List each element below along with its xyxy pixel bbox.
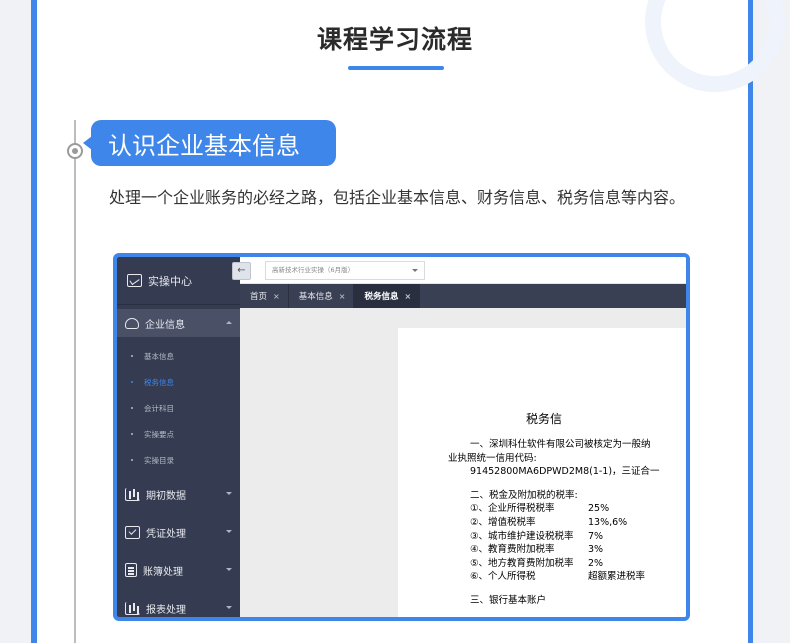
right-frame-bar bbox=[748, 0, 790, 643]
title-underline bbox=[348, 66, 444, 70]
rate-value: 3% bbox=[588, 544, 604, 556]
rate-label: ⑥、个人所得税 bbox=[470, 571, 536, 583]
close-icon[interactable]: × bbox=[404, 292, 411, 301]
line-chart-icon bbox=[125, 601, 140, 615]
doc-line: 91452800MA6DPWD2M8(1-1)，三证合一 bbox=[470, 466, 660, 478]
tab-basic-info[interactable]: 基本信息 × bbox=[289, 284, 355, 308]
left-frame-bar bbox=[0, 0, 37, 643]
chevron-down-icon bbox=[226, 568, 232, 571]
document-title: 税务信 bbox=[526, 412, 563, 426]
chevron-up-icon bbox=[226, 321, 232, 324]
chevron-down-icon bbox=[226, 606, 232, 609]
sidebar-group-label: 企业信息 bbox=[145, 319, 185, 331]
sidebar-group-company-info[interactable]: 企业信息 bbox=[117, 309, 240, 337]
timeline-line bbox=[74, 120, 76, 643]
document-body: 一、深圳科仕软件有限公司被核定为一般纳 业执照统一信用代码: 91452800M… bbox=[448, 438, 660, 608]
rate-label: ④、教育费附加税率 bbox=[470, 544, 555, 556]
sidebar-group-label: 凭证处理 bbox=[146, 528, 186, 540]
rate-value: 25% bbox=[588, 503, 610, 515]
sidebar-item-basic-info[interactable]: 基本信息 bbox=[117, 343, 240, 369]
sidebar-group-label: 期初数据 bbox=[146, 490, 186, 502]
sidebar-group-label: 报表处理 bbox=[146, 604, 186, 616]
sidebar-item-accounts[interactable]: 会计科目 bbox=[117, 395, 240, 421]
section-title: 认识企业基本信息 bbox=[108, 131, 300, 160]
sidebar-title: 实操中心 bbox=[148, 274, 192, 288]
close-icon[interactable]: × bbox=[339, 292, 346, 301]
chevron-down-icon bbox=[226, 530, 232, 533]
app-screenshot: 实操中心 企业信息 基本信息 税务信息 会计科目 实操要点 实操目录 期初数据 bbox=[113, 253, 690, 621]
tab-tax-info[interactable]: 税务信息 × bbox=[354, 284, 421, 308]
rate-label: ⑤、地方教育费附加税率 bbox=[470, 557, 574, 569]
top-bar: ← 高新技术行业实操（6月版） bbox=[232, 257, 686, 284]
doc-line: 一、深圳科仕软件有限公司被核定为一般纳 bbox=[470, 439, 651, 450]
bar-chart-icon bbox=[125, 487, 140, 501]
rate-value: 超额累进税率 bbox=[588, 571, 646, 583]
tab-label: 税务信息 bbox=[364, 292, 399, 302]
sidebar-item-key-points[interactable]: 实操要点 bbox=[117, 421, 240, 447]
course-selector-value: 高新技术行业实操（6月版） bbox=[272, 266, 355, 274]
check-doc-icon bbox=[125, 525, 140, 539]
cloud-icon bbox=[125, 317, 139, 329]
page-title: 课程学习流程 bbox=[316, 25, 473, 54]
rate-value: 7% bbox=[588, 530, 604, 542]
section-description: 处理一个企业账务的必经之路，包括企业基本信息、财务信息、税务信息等内容。 bbox=[109, 188, 686, 207]
tab-label: 基本信息 bbox=[298, 292, 333, 302]
sidebar-group-ledgers[interactable]: 账簿处理 bbox=[117, 551, 240, 589]
rate-row: ②、增值税税率 13%,6% bbox=[448, 516, 660, 530]
rate-row: ③、城市维护建设税税率 7% bbox=[448, 530, 660, 544]
doc-line: 业执照统一信用代码: bbox=[448, 452, 537, 464]
rate-value: 2% bbox=[588, 557, 604, 569]
sidebar-item-catalog[interactable]: 实操目录 bbox=[117, 447, 240, 473]
tab-home[interactable]: 首页 × bbox=[240, 284, 289, 308]
sidebar-group-reports[interactable]: 报表处理 bbox=[117, 589, 240, 617]
rate-value: 13%,6% bbox=[588, 516, 628, 528]
rate-row: ④、教育费附加税率 3% bbox=[448, 543, 660, 557]
rate-label: ①、企业所得税税率 bbox=[470, 503, 555, 515]
tab-bar: 首页 × 基本信息 × 税务信息 × bbox=[240, 284, 686, 308]
sidebar-group-vouchers[interactable]: 凭证处理 bbox=[117, 513, 240, 551]
tab-label: 首页 bbox=[250, 292, 268, 302]
collapse-sidebar-button[interactable]: ← bbox=[232, 262, 251, 280]
ledger-icon bbox=[125, 563, 137, 577]
rate-row: ⑤、地方教育费附加税率 2% bbox=[448, 557, 660, 571]
doc-line: 三、银行基本账户 bbox=[470, 594, 547, 606]
rate-label: ③、城市维护建设税税率 bbox=[470, 530, 574, 542]
sidebar: 实操中心 企业信息 基本信息 税务信息 会计科目 实操要点 实操目录 期初数据 bbox=[117, 257, 240, 617]
close-icon[interactable]: × bbox=[273, 292, 280, 301]
rate-row: ⑥、个人所得税 超额累进税率 bbox=[448, 570, 660, 584]
doc-line: 二、税金及附加税的税率: bbox=[470, 489, 578, 501]
sidebar-header[interactable]: 实操中心 bbox=[117, 257, 240, 305]
rate-label: ②、增值税税率 bbox=[470, 516, 536, 528]
sidebar-group-opening-data[interactable]: 期初数据 bbox=[117, 475, 240, 513]
trend-icon bbox=[127, 274, 142, 287]
course-selector[interactable]: 高新技术行业实操（6月版） bbox=[265, 261, 425, 280]
chevron-down-icon bbox=[412, 269, 418, 272]
rate-row: ①、企业所得税税率 25% bbox=[448, 502, 660, 516]
section-title-badge: 认识企业基本信息 bbox=[83, 120, 336, 166]
sidebar-group-label: 账簿处理 bbox=[143, 566, 183, 578]
timeline-dot-icon bbox=[67, 143, 83, 159]
chevron-down-icon bbox=[226, 492, 232, 495]
sidebar-item-tax-info[interactable]: 税务信息 bbox=[117, 369, 240, 395]
